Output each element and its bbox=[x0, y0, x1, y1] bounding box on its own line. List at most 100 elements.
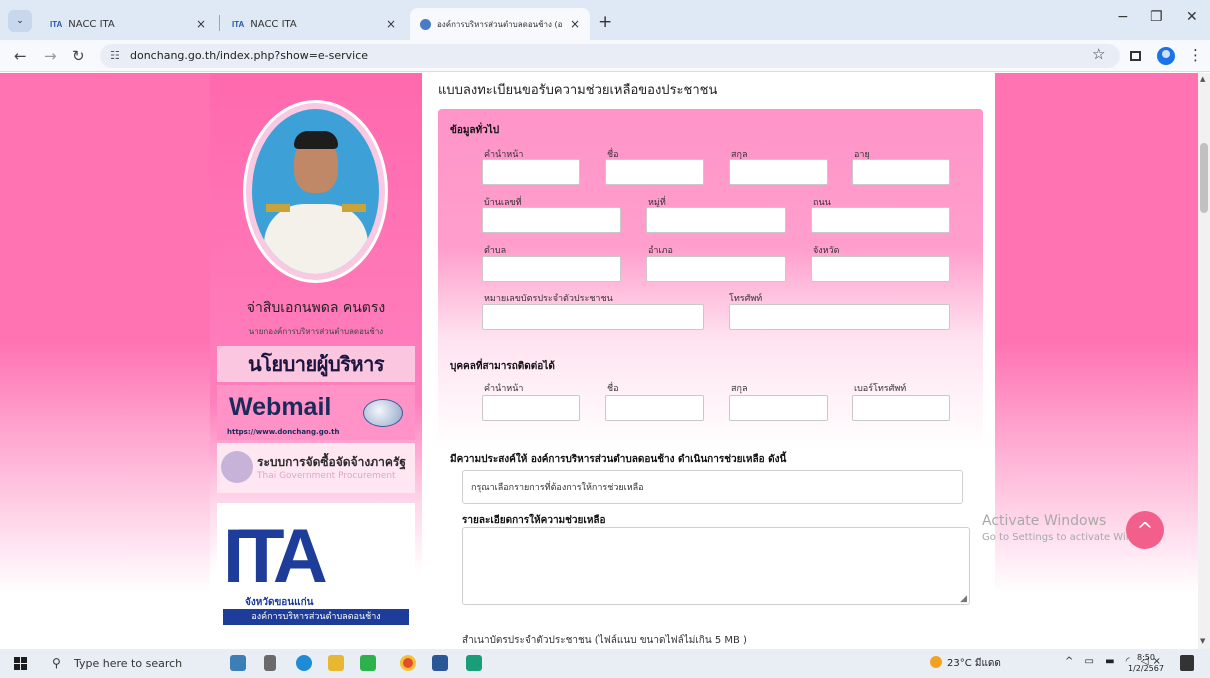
tab-search-icon[interactable]: ⌄ bbox=[8, 10, 32, 32]
procurement-banner-link[interactable]: ระบบการจัดซื้อจัดจ้างภาครัฐ Thai Governm… bbox=[217, 443, 415, 493]
general-info-heading: ข้อมูลทั่วไป bbox=[450, 125, 500, 136]
contact-first-name-label: ชื่อ bbox=[607, 384, 619, 394]
contact-phone-field[interactable] bbox=[852, 395, 950, 421]
contact-person-heading: บุคคลที่สามารถติดต่อได้ bbox=[450, 361, 555, 372]
chevron-up-icon: ^ bbox=[1136, 518, 1154, 542]
webmail-banner-link[interactable]: Webmail https://www.donchang.go.th bbox=[217, 385, 415, 440]
policy-banner-link[interactable]: นโยบายผู้บริหาร bbox=[217, 346, 415, 382]
phone-field[interactable] bbox=[729, 304, 950, 330]
scroll-down-arrow-icon[interactable]: ▼ bbox=[1200, 637, 1205, 645]
restore-icon[interactable]: ❐ bbox=[1150, 9, 1163, 25]
district-field[interactable] bbox=[646, 256, 786, 282]
webmail-title: Webmail bbox=[229, 393, 332, 421]
last-name-field[interactable] bbox=[729, 159, 828, 185]
image-viewer-icon[interactable] bbox=[466, 655, 482, 671]
weather-text: 23°C มีแดด bbox=[947, 658, 1001, 669]
subdistrict-label: ตำบล bbox=[484, 246, 507, 256]
first-name-field[interactable] bbox=[605, 159, 704, 185]
mouse-icon bbox=[363, 399, 403, 427]
moo-field[interactable] bbox=[646, 207, 786, 233]
ita-org-label: องค์การบริหารส่วนตำบลดอนช้าง bbox=[223, 609, 409, 625]
details-heading: รายละเอียดการให้ความช่วยเหลือ bbox=[462, 515, 606, 526]
contact-phone-label: เบอร์โทรศัพท์ bbox=[854, 384, 907, 394]
windows-start-icon[interactable] bbox=[14, 657, 27, 670]
ita-logo: ITA bbox=[223, 514, 328, 599]
contact-prefix-field[interactable] bbox=[482, 395, 580, 421]
back-to-top-button[interactable]: ^ bbox=[1126, 511, 1164, 549]
word-icon[interactable] bbox=[432, 655, 448, 671]
tab-donchang-active[interactable]: องค์การบริหารส่วนตำบลดอนช้าง (อ × bbox=[410, 8, 590, 40]
address-toolbar: ← → ↻ ☷ donchang.go.th/index.php?show=e-… bbox=[0, 40, 1210, 72]
registration-form: ข้อมูลทั่วไป คำนำหน้า ชื่อ สกุล อายุ บ้า… bbox=[438, 109, 983, 649]
new-tab-button[interactable]: + bbox=[598, 12, 612, 32]
page-scrollbar[interactable]: ▲ ▼ bbox=[1198, 73, 1210, 649]
road-field[interactable] bbox=[811, 207, 950, 233]
ita-favicon-icon: ITA bbox=[50, 19, 63, 29]
official-photo-frame bbox=[243, 100, 388, 283]
official-photo bbox=[252, 109, 379, 274]
sun-icon bbox=[930, 656, 942, 668]
site-settings-icon[interactable]: ☷ bbox=[110, 44, 120, 68]
side-panel-icon[interactable] bbox=[1130, 51, 1141, 61]
phone-label: โทรศัพท์ bbox=[729, 294, 763, 304]
tab-close-icon[interactable]: × bbox=[570, 17, 580, 31]
chrome-icon[interactable] bbox=[400, 655, 416, 671]
contact-prefix-label: คำนำหน้า bbox=[484, 384, 524, 394]
subdistrict-field[interactable] bbox=[482, 256, 621, 282]
official-name: จ่าสิบเอกนพดล คนตรง bbox=[246, 300, 386, 316]
main-content: แบบลงทะเบียนขอรับความช่วยเหลือของประชาชน… bbox=[422, 73, 995, 649]
close-window-icon[interactable]: ✕ bbox=[1186, 9, 1198, 25]
forward-arrow-icon[interactable]: → bbox=[44, 47, 57, 65]
contact-last-name-field[interactable] bbox=[729, 395, 828, 421]
province-field[interactable] bbox=[811, 256, 950, 282]
browser-menu-icon[interactable]: ⋮ bbox=[1188, 46, 1203, 64]
details-textarea[interactable]: ◢ bbox=[462, 527, 970, 605]
scroll-up-arrow-icon[interactable]: ▲ bbox=[1200, 75, 1205, 83]
taskbar-search-box[interactable]: ⚲ Type here to search bbox=[40, 650, 200, 677]
resize-grip-icon[interactable]: ◢ bbox=[960, 594, 967, 604]
prefix-field[interactable] bbox=[482, 159, 580, 185]
web-page: จ่าสิบเอกนพดล คนตรง นายกองค์การบริหารส่ว… bbox=[0, 73, 1198, 649]
procurement-english-label: Thai Government Procurement bbox=[257, 471, 396, 481]
id-card-field[interactable] bbox=[482, 304, 704, 330]
taskbar-search-placeholder: Type here to search bbox=[74, 657, 183, 670]
notification-icon[interactable] bbox=[1180, 655, 1194, 671]
ita-banner-link[interactable]: ITA จังหวัดขอนแก่น องค์การบริหารส่วนตำบล… bbox=[217, 503, 415, 633]
task-view-icon[interactable] bbox=[264, 655, 276, 671]
reload-icon[interactable]: ↻ bbox=[72, 47, 85, 65]
clock-date: 1/2/2567 bbox=[1128, 664, 1164, 673]
browser-tab-strip: ⌄ ITA NACC ITA × ITA NACC ITA × องค์การบ… bbox=[0, 0, 1210, 40]
weather-widget[interactable]: 23°C มีแดด bbox=[930, 656, 1001, 671]
back-arrow-icon[interactable]: ← bbox=[14, 47, 27, 65]
file-explorer-icon[interactable] bbox=[328, 655, 344, 671]
profile-avatar-icon[interactable] bbox=[1157, 47, 1175, 65]
age-field[interactable] bbox=[852, 159, 950, 185]
ita-favicon-icon: ITA bbox=[232, 19, 245, 29]
tab-nacc-ita-1[interactable]: ITA NACC ITA × bbox=[40, 8, 216, 40]
windows-taskbar: ⚲ Type here to search 23°C มีแดด ^ ▭ ▬ ◜… bbox=[0, 649, 1210, 678]
url-input[interactable]: ☷ donchang.go.th/index.php?show=e-servic… bbox=[100, 44, 1120, 68]
minimize-icon[interactable]: − bbox=[1117, 9, 1129, 25]
tab-title: NACC ITA bbox=[68, 18, 115, 30]
tab-title: NACC ITA bbox=[250, 18, 297, 30]
tab-close-icon[interactable]: × bbox=[386, 17, 396, 31]
house-no-field[interactable] bbox=[482, 207, 621, 233]
tab-nacc-ita-2[interactable]: ITA NACC ITA × bbox=[222, 8, 406, 40]
taskbar-clock[interactable]: 8:50 1/2/2567 bbox=[1128, 652, 1164, 674]
lighthouse-icon[interactable] bbox=[230, 655, 246, 671]
province-label: จังหวัด bbox=[813, 246, 840, 256]
request-heading: มีความประสงค์ให้ องค์การบริหารส่วนตำบลดอ… bbox=[450, 454, 787, 465]
contact-last-name-label: สกุล bbox=[731, 384, 748, 394]
tab-close-icon[interactable]: × bbox=[196, 17, 206, 31]
webmail-url: https://www.donchang.go.th bbox=[227, 428, 340, 436]
procurement-thai-label: ระบบการจัดซื้อจัดจ้างภาครัฐ bbox=[257, 455, 406, 469]
assistance-type-select[interactable]: กรุณาเลือกรายการที่ต้องการให้การช่วยเหลื… bbox=[462, 470, 963, 504]
garuda-seal-icon bbox=[221, 451, 253, 483]
left-sidebar: จ่าสิบเอกนพดล คนตรง นายกองค์การบริหารส่ว… bbox=[210, 73, 422, 649]
district-label: อำเภอ bbox=[648, 246, 673, 256]
line-app-icon[interactable] bbox=[360, 655, 376, 671]
bookmark-star-icon[interactable]: ☆ bbox=[1092, 45, 1105, 63]
scrollbar-thumb[interactable] bbox=[1200, 143, 1208, 213]
edge-icon[interactable] bbox=[296, 655, 312, 671]
contact-first-name-field[interactable] bbox=[605, 395, 704, 421]
